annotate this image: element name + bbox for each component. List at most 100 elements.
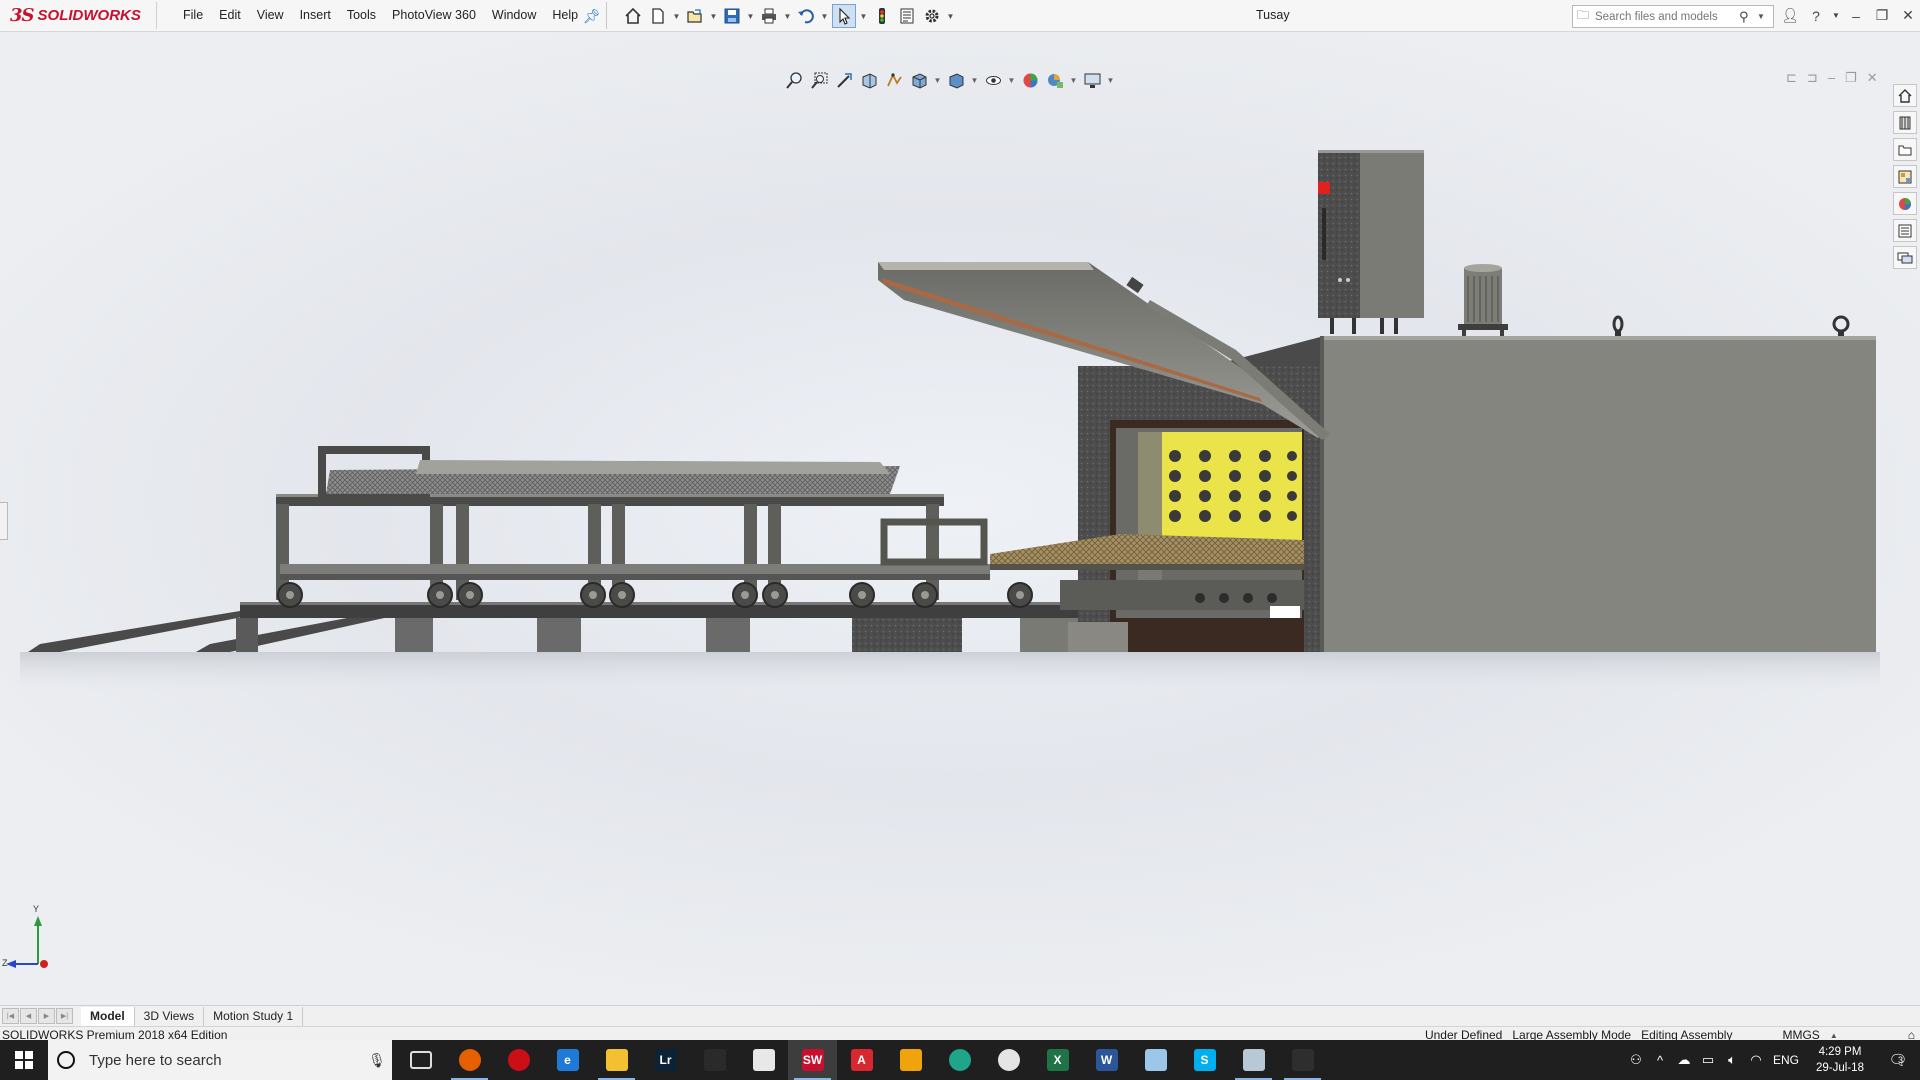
options-dropdown-caret[interactable]: ▼ — [946, 5, 955, 27]
menu-view[interactable]: View — [249, 0, 292, 31]
tab-first-icon[interactable]: |◀ — [2, 1008, 19, 1024]
solidworks-resources-icon[interactable] — [1893, 84, 1917, 107]
taskbar-app-app-teal[interactable] — [935, 1040, 984, 1080]
menu-insert[interactable]: Insert — [292, 0, 339, 31]
taskbar-app-task-view[interactable] — [396, 1040, 445, 1080]
close-icon[interactable]: ✕ — [1898, 7, 1918, 24]
search-dropdown-caret[interactable]: ▼ — [1757, 12, 1767, 21]
apply-scene-icon[interactable] — [1044, 69, 1066, 91]
tile-left-icon[interactable]: ⊏ — [1786, 70, 1797, 86]
taskbar-app-store[interactable] — [690, 1040, 739, 1080]
taskbar-app-app-tools[interactable] — [1229, 1040, 1278, 1080]
previous-view-icon[interactable] — [833, 69, 855, 91]
custom-properties-icon[interactable] — [1893, 219, 1917, 242]
restore-icon[interactable]: ❐ — [1872, 7, 1892, 24]
taskbar-app-lightroom[interactable]: Lr — [641, 1040, 690, 1080]
appearances-icon[interactable] — [1893, 192, 1917, 215]
taskbar-app-acrobat[interactable]: A — [837, 1040, 886, 1080]
view-orientation-caret[interactable]: ▼ — [933, 69, 942, 91]
solidworks-logo[interactable]: 3S SOLIDWORKS — [10, 2, 157, 29]
options-gear-icon[interactable] — [921, 5, 943, 27]
doc-restore-icon[interactable]: ❐ — [1845, 70, 1857, 86]
taskbar-app-solidworks[interactable]: SW — [788, 1040, 837, 1080]
tile-right-icon[interactable]: ⊐ — [1807, 70, 1818, 86]
taskbar-app-photos[interactable] — [1278, 1040, 1327, 1080]
feature-manager-expand-handle[interactable] — [0, 502, 8, 540]
taskbar-app-file-explorer[interactable] — [592, 1040, 641, 1080]
view-settings-caret[interactable]: ▼ — [1106, 69, 1115, 91]
print-dropdown-caret[interactable]: ▼ — [783, 5, 792, 27]
pin-menu-icon[interactable]: 📌︎ — [583, 8, 601, 24]
file-explorer-icon[interactable] — [1893, 138, 1917, 161]
taskbar-app-app-notes[interactable] — [1131, 1040, 1180, 1080]
tab-motion-study-1[interactable]: Motion Study 1 — [204, 1006, 304, 1026]
zoom-to-fit-icon[interactable] — [783, 69, 805, 91]
save-icon[interactable] — [721, 5, 743, 27]
menu-window[interactable]: Window — [484, 0, 544, 31]
print-icon[interactable] — [758, 5, 780, 27]
taskbar-app-skype[interactable]: S — [1180, 1040, 1229, 1080]
display-style-caret[interactable]: ▼ — [970, 69, 979, 91]
section-view-icon[interactable] — [858, 69, 880, 91]
taskbar-app-app-orange[interactable] — [886, 1040, 935, 1080]
new-dropdown-caret[interactable]: ▼ — [672, 5, 681, 27]
wifi-icon[interactable]: ◠ — [1744, 1052, 1768, 1068]
select-arrow-icon[interactable] — [832, 4, 856, 28]
view-orientation-icon[interactable] — [908, 69, 930, 91]
home-icon[interactable] — [622, 5, 644, 27]
taskbar-app-opera[interactable] — [494, 1040, 543, 1080]
display-style-icon[interactable] — [945, 69, 967, 91]
tab-last-icon[interactable]: ▶| — [56, 1008, 73, 1024]
battery-icon[interactable]: ▭ — [1696, 1052, 1720, 1068]
view-palette-icon[interactable] — [1893, 165, 1917, 188]
menu-photoview[interactable]: PhotoView 360 — [384, 0, 484, 31]
search-box[interactable]: 🗀︎ ⚲ ▼ — [1572, 5, 1774, 28]
taskbar-app-app-globe[interactable] — [984, 1040, 1033, 1080]
microphone-icon[interactable]: 🎙︎ — [362, 1052, 392, 1069]
help-icon[interactable]: ? — [1806, 8, 1826, 24]
undo-icon[interactable] — [795, 5, 817, 27]
apply-scene-caret[interactable]: ▼ — [1069, 69, 1078, 91]
open-dropdown-caret[interactable]: ▼ — [709, 5, 718, 27]
start-button[interactable] — [0, 1040, 48, 1080]
dynamic-annotation-icon[interactable] — [883, 69, 905, 91]
menu-file[interactable]: File — [175, 0, 211, 31]
taskbar-app-edge[interactable]: e — [543, 1040, 592, 1080]
minimize-icon[interactable]: – — [1846, 8, 1866, 24]
search-input[interactable] — [1593, 9, 1739, 24]
forum-icon[interactable] — [1893, 246, 1917, 269]
hide-show-items-icon[interactable] — [982, 69, 1004, 91]
tab-model[interactable]: Model — [81, 1006, 135, 1026]
onedrive-icon[interactable]: ☁ — [1672, 1052, 1696, 1068]
help-dropdown-caret[interactable]: ▼ — [1832, 11, 1840, 20]
new-document-icon[interactable] — [647, 5, 669, 27]
view-settings-icon[interactable] — [1081, 69, 1103, 91]
taskbar-app-mail[interactable] — [739, 1040, 788, 1080]
save-dropdown-caret[interactable]: ▼ — [746, 5, 755, 27]
menu-edit[interactable]: Edit — [211, 0, 249, 31]
undo-dropdown-caret[interactable]: ▼ — [820, 5, 829, 27]
tab-next-icon[interactable]: ▶ — [38, 1008, 55, 1024]
user-icon[interactable]: 👤︎ — [1780, 7, 1800, 24]
select-dropdown-caret[interactable]: ▼ — [859, 5, 868, 27]
clock[interactable]: 4:29 PM 29-Jul-18 — [1804, 1044, 1876, 1076]
file-properties-icon[interactable] — [896, 5, 918, 27]
tab-3d-views[interactable]: 3D Views — [135, 1006, 205, 1026]
rebuild-traffic-light-icon[interactable] — [871, 5, 893, 27]
show-hidden-icons-icon[interactable]: ^ — [1648, 1053, 1672, 1068]
taskbar-app-firefox[interactable] — [445, 1040, 494, 1080]
edit-appearance-icon[interactable] — [1019, 69, 1041, 91]
hide-show-caret[interactable]: ▼ — [1007, 69, 1016, 91]
language-indicator[interactable]: ENG — [1768, 1053, 1804, 1067]
menu-help[interactable]: Help — [544, 0, 586, 31]
people-icon[interactable]: ⚇ — [1624, 1052, 1648, 1068]
search-icon[interactable]: ⚲ — [1739, 9, 1757, 25]
taskbar-app-excel[interactable]: X — [1033, 1040, 1082, 1080]
taskbar-app-word[interactable]: W — [1082, 1040, 1131, 1080]
open-folder-icon[interactable] — [684, 5, 706, 27]
doc-minimize-icon[interactable]: – — [1828, 70, 1835, 86]
action-center-icon[interactable]: 🗨︎ 3 — [1876, 1051, 1920, 1069]
doc-close-icon[interactable]: ✕ — [1867, 70, 1878, 86]
zoom-to-area-icon[interactable] — [808, 69, 830, 91]
graphics-area[interactable]: ▼ ▼ ▼ ▼ ▼ ⊏ ⊐ – ❐ ✕ Y Z — [0, 32, 1920, 1005]
